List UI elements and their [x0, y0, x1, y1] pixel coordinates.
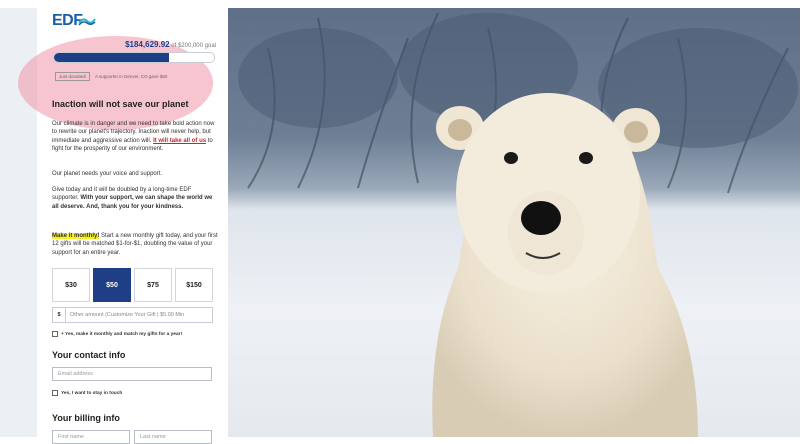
- amount-options: $30 $50 $75 $150: [52, 268, 213, 302]
- email-field[interactable]: Email address: [52, 367, 212, 381]
- contact-heading: Your contact info: [52, 350, 126, 360]
- wave-icon: [78, 18, 96, 26]
- first-name-field[interactable]: First name: [52, 430, 130, 444]
- goal-progress-fill: [54, 53, 170, 62]
- dollar-prefix: $: [53, 308, 66, 322]
- amount-button-50[interactable]: $50: [93, 268, 131, 302]
- doubled-paragraph: Give today and it will be doubled by a l…: [52, 186, 218, 211]
- monthly-checkbox-row[interactable]: + Yes, make it monthly and match my gift…: [52, 331, 182, 337]
- intro-paragraph: Our climate is in danger and we need to …: [52, 120, 218, 153]
- last-name-field[interactable]: Last name: [134, 430, 212, 444]
- make-it-monthly-highlight: Make it monthly!: [52, 233, 100, 239]
- stay-in-touch-row[interactable]: Yes, I want to stay in touch: [52, 390, 122, 396]
- amount-button-30[interactable]: $30: [52, 268, 90, 302]
- amount-button-150[interactable]: $150: [175, 268, 213, 302]
- monthly-checkbox[interactable]: [52, 331, 58, 337]
- annotation-highlight: [18, 36, 213, 130]
- recent-donation-text: A supporter in Denver, CO gave $50: [95, 74, 168, 79]
- goal-progress-bar: [53, 52, 215, 63]
- monthly-checkbox-label: + Yes, make it monthly and match my gift…: [61, 331, 183, 337]
- monthly-paragraph: Make it monthly! Start a new monthly gif…: [52, 232, 218, 257]
- goal-progress-text: $184,629.92 of $200,000 goal: [120, 40, 216, 49]
- recent-donation: Just donated! A supporter in Denver, CO …: [55, 72, 213, 81]
- raised-amount: $184,629.92: [125, 40, 170, 49]
- support-paragraph: Our planet needs your voice and support.: [52, 171, 163, 177]
- amount-button-75[interactable]: $75: [134, 268, 172, 302]
- other-amount-placeholder: Other amount (Customize Your Gift | $5.0…: [70, 312, 185, 318]
- edf-logo[interactable]: EDF: [52, 12, 98, 34]
- just-donated-badge: Just donated!: [55, 72, 91, 81]
- goal-suffix: of $200,000 goal: [171, 43, 216, 49]
- page-title: Inaction will not save our planet: [52, 99, 189, 109]
- take-all-of-us-link[interactable]: It will take all of us: [153, 138, 206, 144]
- stay-in-touch-checkbox[interactable]: [52, 390, 58, 396]
- polar-bear-photo: [228, 8, 800, 437]
- top-frame: [0, 0, 808, 8]
- stay-in-touch-label: Yes, I want to stay in touch: [61, 390, 123, 396]
- other-amount-field[interactable]: $ Other amount (Customize Your Gift | $5…: [52, 307, 213, 323]
- billing-heading: Your billing info: [52, 413, 120, 423]
